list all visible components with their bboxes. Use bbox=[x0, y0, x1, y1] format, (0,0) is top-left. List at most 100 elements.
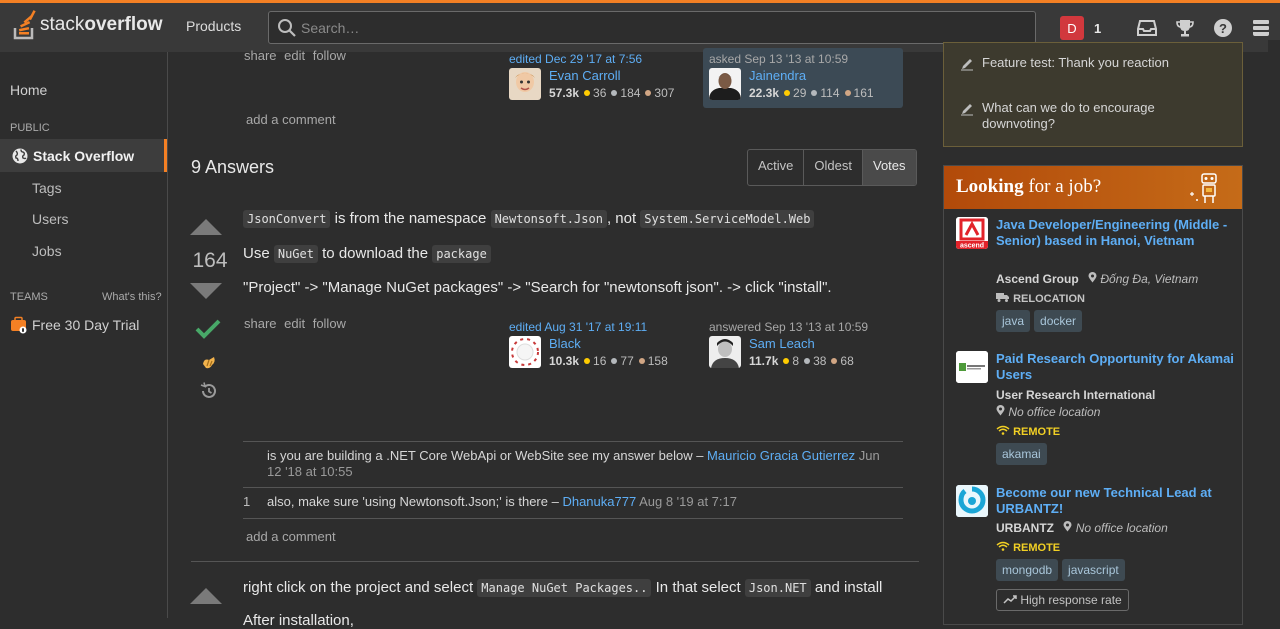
asker-reputation: 22.3k 29 114 161 bbox=[749, 86, 874, 100]
inbox-icon[interactable] bbox=[1136, 17, 1158, 39]
job-location: No office location bbox=[996, 405, 1100, 419]
relocation-badge: RELOCATION bbox=[996, 292, 1085, 305]
answer-score: 164 bbox=[192, 249, 228, 272]
question-edited-link[interactable]: edited Dec 29 '17 at 7:56 bbox=[509, 52, 697, 66]
nav-users[interactable]: Users bbox=[32, 211, 69, 227]
answer-edited-link[interactable]: edited Aug 31 '17 at 19:11 bbox=[509, 320, 697, 334]
question-actions[interactable]: share edit follow bbox=[244, 48, 346, 63]
answer-editor-card: edited Aug 31 '17 at 19:11 Black 10.3k 16… bbox=[503, 316, 703, 376]
high-response-badge: High response rate bbox=[996, 589, 1129, 611]
tab-active[interactable]: Active bbox=[748, 150, 805, 185]
company-logo: ascend bbox=[956, 217, 988, 249]
comment-row: 1 also, make sure 'using Newtonsoft.Json… bbox=[243, 487, 903, 519]
featured-on-meta: Feature test: Thank you reaction What ca… bbox=[943, 42, 1243, 147]
pencil-icon bbox=[961, 104, 973, 116]
left-sidebar: Home PUBLIC Stack Overflow Tags Users Jo… bbox=[0, 52, 168, 618]
upvote-button[interactable] bbox=[190, 588, 222, 604]
asker-name[interactable]: Jainendra bbox=[749, 68, 806, 83]
logo-text: stackoverflow bbox=[40, 14, 163, 35]
job-title[interactable]: Java Developer/Engineering (Middle - Sen… bbox=[996, 217, 1236, 249]
answer-editor-name[interactable]: Black bbox=[549, 336, 581, 351]
page-scrollbar[interactable] bbox=[1268, 40, 1280, 618]
answerer-card: answered Sep 13 '13 at 10:59 Sam Leach 1… bbox=[703, 316, 903, 376]
nav-tags[interactable]: Tags bbox=[32, 180, 62, 196]
job-tags: mongodb javascript bbox=[996, 559, 1129, 581]
remote-badge: REMOTE bbox=[996, 425, 1060, 438]
downvote-button[interactable] bbox=[190, 283, 222, 299]
search-input[interactable] bbox=[301, 18, 1001, 38]
job-company: URBANTZ No office location bbox=[996, 521, 1168, 535]
answer-vote-column bbox=[190, 588, 230, 604]
products-menu[interactable]: Products bbox=[186, 18, 241, 34]
robot-icon bbox=[1188, 170, 1228, 209]
job-tags: akamai bbox=[996, 443, 1051, 465]
site-switcher-icon[interactable] bbox=[1250, 17, 1272, 39]
right-sidebar: Feature test: Thank you reaction What ca… bbox=[943, 42, 1243, 625]
meta-post-item[interactable]: Feature test: Thank you reaction bbox=[960, 55, 1169, 71]
answers-heading: 9 Answers bbox=[191, 157, 275, 177]
tag-javascript[interactable]: javascript bbox=[1062, 559, 1125, 581]
company-logo bbox=[956, 485, 988, 517]
editor-avatar[interactable] bbox=[509, 68, 541, 100]
comment-text: is you are building a .NET Core WebApi o… bbox=[267, 448, 708, 463]
location-pin-icon bbox=[996, 405, 1005, 416]
job-company: Ascend Group Đống Đa, Vietnam bbox=[996, 272, 1199, 286]
tab-oldest[interactable]: Oldest bbox=[804, 150, 863, 185]
search-box[interactable] bbox=[268, 11, 1036, 44]
upvote-button[interactable] bbox=[190, 219, 222, 235]
answered-time: answered Sep 13 '13 at 10:59 bbox=[709, 320, 869, 334]
job-company: User Research International bbox=[996, 388, 1156, 402]
meta-post-item[interactable]: What can we do to encourage downvoting? bbox=[960, 100, 1220, 132]
asker-avatar[interactable] bbox=[709, 68, 741, 100]
nav-free-trial-label: Free 30 Day Trial bbox=[32, 317, 140, 333]
nav-stack-overflow[interactable]: Stack Overflow bbox=[0, 139, 167, 172]
tab-votes[interactable]: Votes bbox=[862, 150, 916, 185]
user-avatar[interactable]: D bbox=[1060, 16, 1084, 40]
answer-paragraph-3: "Project" -> "Manage NuGet packages" -> … bbox=[243, 279, 832, 296]
user-reputation[interactable]: 1 bbox=[1094, 21, 1120, 36]
question-asked-time: asked Sep 13 '13 at 10:59 bbox=[709, 52, 849, 66]
award-icon[interactable] bbox=[200, 354, 230, 375]
answerer-avatar[interactable] bbox=[709, 336, 741, 368]
nav-jobs[interactable]: Jobs bbox=[32, 243, 62, 259]
tag-akamai[interactable]: akamai bbox=[996, 443, 1047, 465]
editor-reputation: 57.3k 36 184 307 bbox=[549, 86, 675, 100]
globe-icon bbox=[12, 148, 28, 163]
tag-docker[interactable]: docker bbox=[1034, 310, 1083, 332]
search-icon bbox=[277, 18, 297, 41]
question-asker-card: asked Sep 13 '13 at 10:59 Jainendra 22.3… bbox=[703, 48, 903, 108]
tag-mongodb[interactable]: mongodb bbox=[996, 559, 1059, 581]
wifi-icon bbox=[996, 425, 1010, 435]
meta-post-label: What can we do to encourage downvoting? bbox=[982, 100, 1155, 131]
comment-date: Aug 8 '19 at 7:17 bbox=[636, 494, 737, 509]
whats-this-link[interactable]: What's this? bbox=[102, 291, 162, 303]
svg-text:ascend: ascend bbox=[960, 243, 984, 250]
main-content: share edit follow edited Dec 29 '17 at 7… bbox=[168, 48, 928, 629]
job-tags: java docker bbox=[996, 310, 1086, 332]
history-icon[interactable] bbox=[199, 381, 230, 404]
editor-name[interactable]: Evan Carroll bbox=[549, 68, 621, 83]
briefcase-icon bbox=[11, 316, 27, 334]
jobs-header: Looking for a job? bbox=[944, 166, 1242, 209]
location-pin-icon bbox=[1063, 521, 1072, 532]
nav-home[interactable]: Home bbox=[10, 82, 47, 98]
comment-divider bbox=[243, 518, 903, 519]
achievements-icon[interactable] bbox=[1174, 17, 1196, 39]
tag-java[interactable]: java bbox=[996, 310, 1031, 332]
help-icon[interactable]: ? bbox=[1212, 17, 1234, 39]
comment-user-link[interactable]: Mauricio Gracia Gutierrez bbox=[707, 448, 855, 463]
nav-free-trial[interactable]: Free 30 Day Trial bbox=[10, 316, 139, 334]
question-add-comment[interactable]: add a comment bbox=[246, 112, 336, 127]
comment-user-link[interactable]: Dhanuka777 bbox=[562, 494, 636, 509]
answer-editor-avatar[interactable] bbox=[509, 336, 541, 368]
job-title[interactable]: Paid Research Opportunity for Akamai Use… bbox=[996, 351, 1236, 383]
stack-overflow-logo-icon bbox=[12, 10, 38, 40]
pencil-icon bbox=[961, 59, 973, 71]
nav-teams-heading: TEAMS bbox=[10, 291, 48, 303]
answer-actions[interactable]: share edit follow bbox=[244, 316, 346, 331]
stack-overflow-logo[interactable]: stackoverflow bbox=[12, 10, 162, 40]
comment-votes: 1 bbox=[243, 494, 251, 509]
answerer-name[interactable]: Sam Leach bbox=[749, 336, 815, 351]
job-title[interactable]: Become our new Technical Lead at URBANTZ… bbox=[996, 485, 1236, 517]
answer-add-comment[interactable]: add a comment bbox=[246, 529, 336, 544]
